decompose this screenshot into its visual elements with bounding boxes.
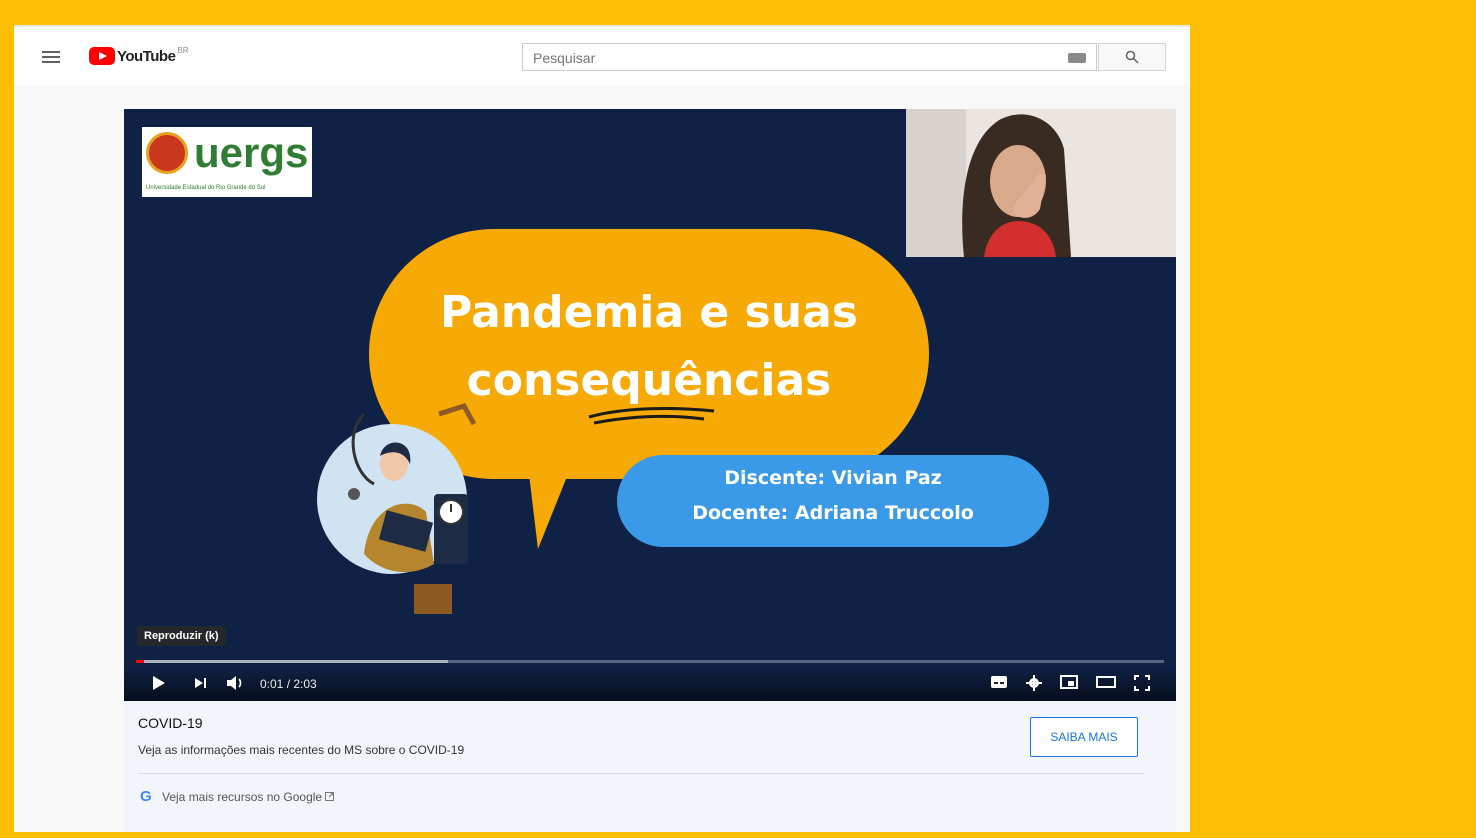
title-line-1: Pandemia e suas xyxy=(440,287,858,338)
search-input[interactable]: Pesquisar xyxy=(522,43,1097,71)
buffered-bar xyxy=(136,660,448,663)
played-bar xyxy=(136,660,145,663)
uergs-emblem-icon xyxy=(146,132,188,174)
uergs-logo-text: uergs xyxy=(194,129,309,176)
logo-text: YouTube xyxy=(117,47,176,65)
presenter-image xyxy=(906,109,1176,257)
youtube-header: YouTube BR Pesquisar xyxy=(14,27,1190,85)
youtube-play-icon xyxy=(89,47,115,65)
underline-scribble xyxy=(588,407,715,425)
uergs-logo: uergs Universidade Estadual do Rio Grand… xyxy=(142,127,312,197)
progress-bar[interactable] xyxy=(136,660,1164,663)
presenter-webcam xyxy=(906,109,1176,257)
play-icon[interactable] xyxy=(152,675,166,691)
browser-window: YouTube BR Pesquisar uergs Universidade … xyxy=(14,25,1190,832)
hamburger-menu-icon[interactable] xyxy=(42,51,60,63)
settings-gear-icon[interactable] xyxy=(1026,675,1042,691)
next-icon[interactable] xyxy=(194,675,208,691)
volume-icon[interactable] xyxy=(226,675,244,691)
miniplayer-icon[interactable] xyxy=(1060,675,1078,689)
uergs-logo-subtext: Universidade Estadual do Rio Grande do S… xyxy=(146,185,266,191)
info-title: COVID-19 xyxy=(138,715,203,731)
google-link-label: Veja mais recursos no Google xyxy=(162,790,323,804)
saiba-mais-button[interactable]: SAIBA MAIS xyxy=(1030,717,1138,757)
covid-info-panel: COVID-19 Veja as informações mais recent… xyxy=(124,701,1176,832)
theater-mode-icon[interactable] xyxy=(1096,675,1116,689)
play-tooltip: Reproduzir (k) xyxy=(137,626,226,646)
search-icon xyxy=(1125,50,1139,64)
nurse-illustration xyxy=(317,402,477,614)
info-description: Veja as informações mais recentes do MS … xyxy=(138,743,465,757)
fullscreen-icon[interactable] xyxy=(1134,675,1150,691)
player-controls: 0:01 / 2:03 xyxy=(124,665,1176,701)
subtitles-icon[interactable] xyxy=(990,675,1008,689)
youtube-logo[interactable]: YouTube BR xyxy=(89,45,189,65)
credit-student: Discente: Vivian Paz xyxy=(724,467,942,489)
time-display: 0:01 / 2:03 xyxy=(260,677,317,691)
external-link-icon xyxy=(325,792,335,801)
divider xyxy=(138,773,1144,774)
google-resources-link[interactable]: Veja mais recursos no Google xyxy=(162,790,335,804)
search-placeholder: Pesquisar xyxy=(533,50,596,66)
credit-teacher: Docente: Adriana Truccolo xyxy=(692,502,974,524)
search-button[interactable] xyxy=(1098,43,1166,71)
region-code: BR xyxy=(177,45,189,55)
google-g-icon: G xyxy=(140,788,152,805)
keyboard-icon[interactable] xyxy=(1068,53,1086,63)
video-player[interactable]: uergs Universidade Estadual do Rio Grand… xyxy=(124,109,1176,701)
